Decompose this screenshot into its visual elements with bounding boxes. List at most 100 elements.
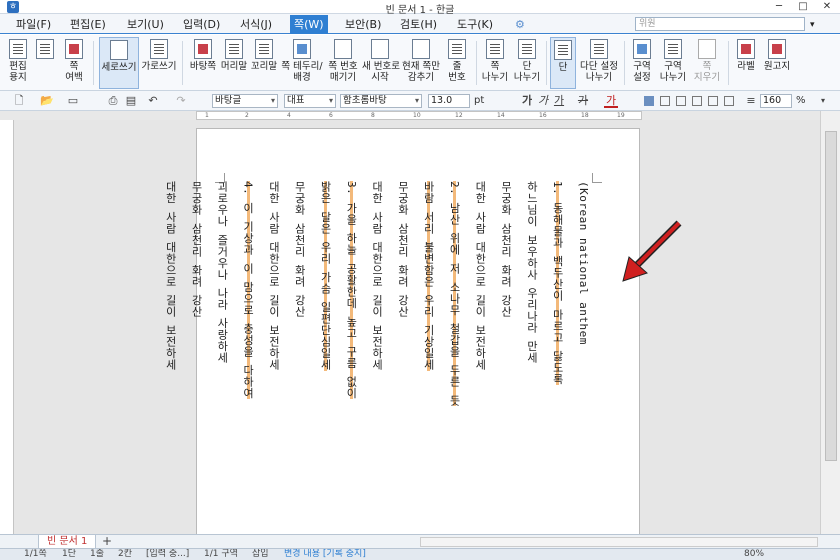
italic-button[interactable]: 가 (536, 94, 550, 108)
document-page[interactable]: (Korean national anthem 1. 동해물과 백두산이 마르고 … (164, 128, 682, 534)
status-track-changes[interactable]: 변경 내용 [기록 중지] (284, 549, 366, 560)
footer-button[interactable]: 꼬리말 (250, 37, 278, 89)
hide-current-button[interactable]: 현재 쪽만 감추기 (400, 37, 442, 89)
text-column[interactable]: 무궁화 삼천리 화려 강산 (293, 181, 306, 317)
font-size-input[interactable]: 13.0 (428, 94, 470, 108)
multi-column-button[interactable]: 다단 설정 나누기 (578, 37, 620, 89)
menu-security[interactable]: 보안(B) (345, 17, 381, 33)
maximize-button[interactable]: □ (792, 0, 814, 14)
new-number-button[interactable]: 새 번호로 시작 (362, 37, 400, 89)
hide-current-label: 현재 쪽만 감추기 (402, 61, 440, 83)
print-icon[interactable]: ⎙ (106, 94, 120, 108)
page-border-button[interactable]: 쪽 테두리/ 배경 (280, 37, 324, 89)
bold-button[interactable]: 가 (520, 94, 534, 108)
chevron-down-icon[interactable]: ▾ (816, 94, 830, 108)
master-page-button[interactable]: 바탕쪽 (188, 37, 218, 89)
line-spacing-icon[interactable]: ≡ (744, 94, 758, 108)
minimize-button[interactable]: ─ (768, 0, 790, 14)
save-icon[interactable]: ▭ (66, 94, 80, 108)
align-right-icon[interactable] (676, 96, 686, 106)
delete-page-button[interactable]: 쪽 지우기 (692, 37, 722, 89)
column-break-button[interactable]: 단 나누기 (512, 37, 542, 89)
strike-button[interactable]: 가 (576, 94, 590, 108)
document-area[interactable]: (Korean national anthem 1. 동해물과 백두산이 마르고 … (14, 120, 820, 534)
zoom-input[interactable]: 160 (760, 94, 792, 108)
redo-icon[interactable]: ↷ (174, 94, 188, 108)
undo-icon[interactable]: ↶ (146, 94, 160, 108)
text-column[interactable]: 2. 남산 위에 저 소나무 철갑을 두른 듯 (448, 181, 461, 407)
divide-icon[interactable] (724, 96, 734, 106)
search-dropdown-icon[interactable]: ▾ (810, 17, 815, 33)
text-column[interactable]: 4. 이 기상과 이 맘으로 충성을 다하여 (241, 181, 255, 399)
status-zoom[interactable]: 80% (744, 549, 764, 560)
page-break-button[interactable]: 쪽 나누기 (480, 37, 510, 89)
label-button[interactable]: 라벨 (733, 37, 759, 89)
text-column[interactable]: 무궁화 삼천리 화려 강산 (190, 181, 203, 317)
text-column[interactable]: 대한 사람 대한으로 길이 보전하세 (164, 181, 177, 371)
text-column[interactable]: 무궁화 삼천리 화려 강산 (396, 181, 409, 317)
distribute-icon[interactable] (708, 96, 718, 106)
line-number-button[interactable]: 줄 번호 (444, 37, 470, 89)
font-size-unit[interactable]: pt (474, 94, 484, 108)
page-setup-button[interactable]: 편집 용지 (4, 37, 32, 89)
language-select[interactable]: 대표 ▾ (284, 94, 336, 108)
vertical-scrollbar[interactable] (820, 111, 840, 534)
text-column[interactable]: 3. 가을 하늘 공활한데 높고 구름 없이 (344, 181, 358, 399)
text-column[interactable]: 대한 사람 대한으로 길이 보전하세 (371, 181, 384, 371)
new-doc-icon[interactable]: 🗋 (12, 94, 26, 108)
footer-icon (255, 39, 273, 59)
manuscript-button[interactable]: 원고지 (762, 37, 792, 89)
text-column[interactable]: 하느님이 보우하사 우리나라 만세 (525, 181, 538, 363)
help-icon[interactable]: ⚙ (515, 17, 525, 33)
status-insert[interactable]: 삽입 (252, 549, 269, 560)
menu-review[interactable]: 검토(H) (400, 17, 437, 33)
status-column: 1단 (62, 549, 77, 559)
zoom-unit[interactable]: % (796, 94, 806, 108)
text-column[interactable]: 밝은 달은 우리 가슴 일편단심일세 (319, 181, 332, 371)
add-tab-button[interactable]: + (100, 535, 114, 549)
vertical-writing-button[interactable]: 세로쓰기 (99, 37, 139, 89)
status-page[interactable]: 1/1쪽 (24, 549, 47, 560)
text-column[interactable]: 대한 사람 대한으로 길이 보전하세 (267, 181, 280, 371)
header-label: 머리말 (220, 61, 248, 72)
horizontal-scrollbar[interactable] (420, 537, 818, 547)
align-left-icon[interactable] (660, 96, 670, 106)
line-number-label: 줄 번호 (448, 61, 466, 83)
style-select[interactable]: 바탕글 ▾ (212, 94, 278, 108)
menu-insert[interactable]: 입력(D) (183, 17, 220, 33)
menu-edit[interactable]: 편집(E) (70, 17, 106, 33)
menu-page[interactable]: 쪽(W) (290, 15, 328, 34)
section-break-button[interactable]: 구역 나누기 (658, 37, 688, 89)
menu-format[interactable]: 서식(J) (240, 17, 272, 33)
text-column[interactable]: 바람 서리 불변함은 우리 기상일세 (422, 181, 436, 371)
section-setup-button[interactable]: 구역 설정 (628, 37, 656, 89)
portrait-button[interactable] (34, 37, 56, 89)
page-number-button[interactable]: 쪽 번호 매기기 (326, 37, 360, 89)
font-color-button[interactable]: 가 (604, 94, 618, 108)
underline-button[interactable]: 가 (552, 94, 566, 108)
columns-button[interactable]: 단 (550, 37, 576, 89)
align-center-icon[interactable] (692, 96, 702, 106)
menu-file[interactable]: 파일(F) (16, 17, 51, 33)
text-column[interactable]: 무궁화 삼천리 화려 강산 (500, 181, 513, 317)
font-select[interactable]: 함초롬바탕 ▾ (340, 94, 422, 108)
open-folder-icon[interactable]: 📂 (40, 94, 54, 108)
vertical-ruler[interactable] (0, 120, 14, 534)
header-button[interactable]: 머리말 (220, 37, 248, 89)
text-column[interactable]: (Korean national anthem (577, 181, 590, 345)
align-justify-icon[interactable] (644, 96, 654, 106)
text-column[interactable]: 괴로우나 즐거우나 나라 사랑하세 (216, 181, 229, 363)
margin-button[interactable]: 쪽 여백 (60, 37, 88, 89)
menu-view[interactable]: 보기(U) (127, 17, 164, 33)
tab-document[interactable]: 빈 문서 1 (38, 535, 97, 549)
search-input[interactable]: 위원 (635, 17, 805, 31)
text-column[interactable]: 대한 사람 대한으로 길이 보전하세 (474, 181, 487, 371)
close-button[interactable]: ✕ (816, 0, 838, 14)
preview-icon[interactable]: ▤ (124, 94, 138, 108)
menu-tools[interactable]: 도구(K) (457, 17, 493, 33)
horizontal-ruler[interactable]: 1 2 4 6 8 10 12 14 16 18 19 (196, 111, 642, 120)
page-number-icon (334, 39, 352, 59)
scrollbar-thumb[interactable] (825, 131, 837, 461)
horizontal-writing-button[interactable]: 가로쓰기 (141, 37, 177, 89)
text-column[interactable]: 1. 동해물과 백두산이 마르고 닳도록 (551, 181, 565, 385)
